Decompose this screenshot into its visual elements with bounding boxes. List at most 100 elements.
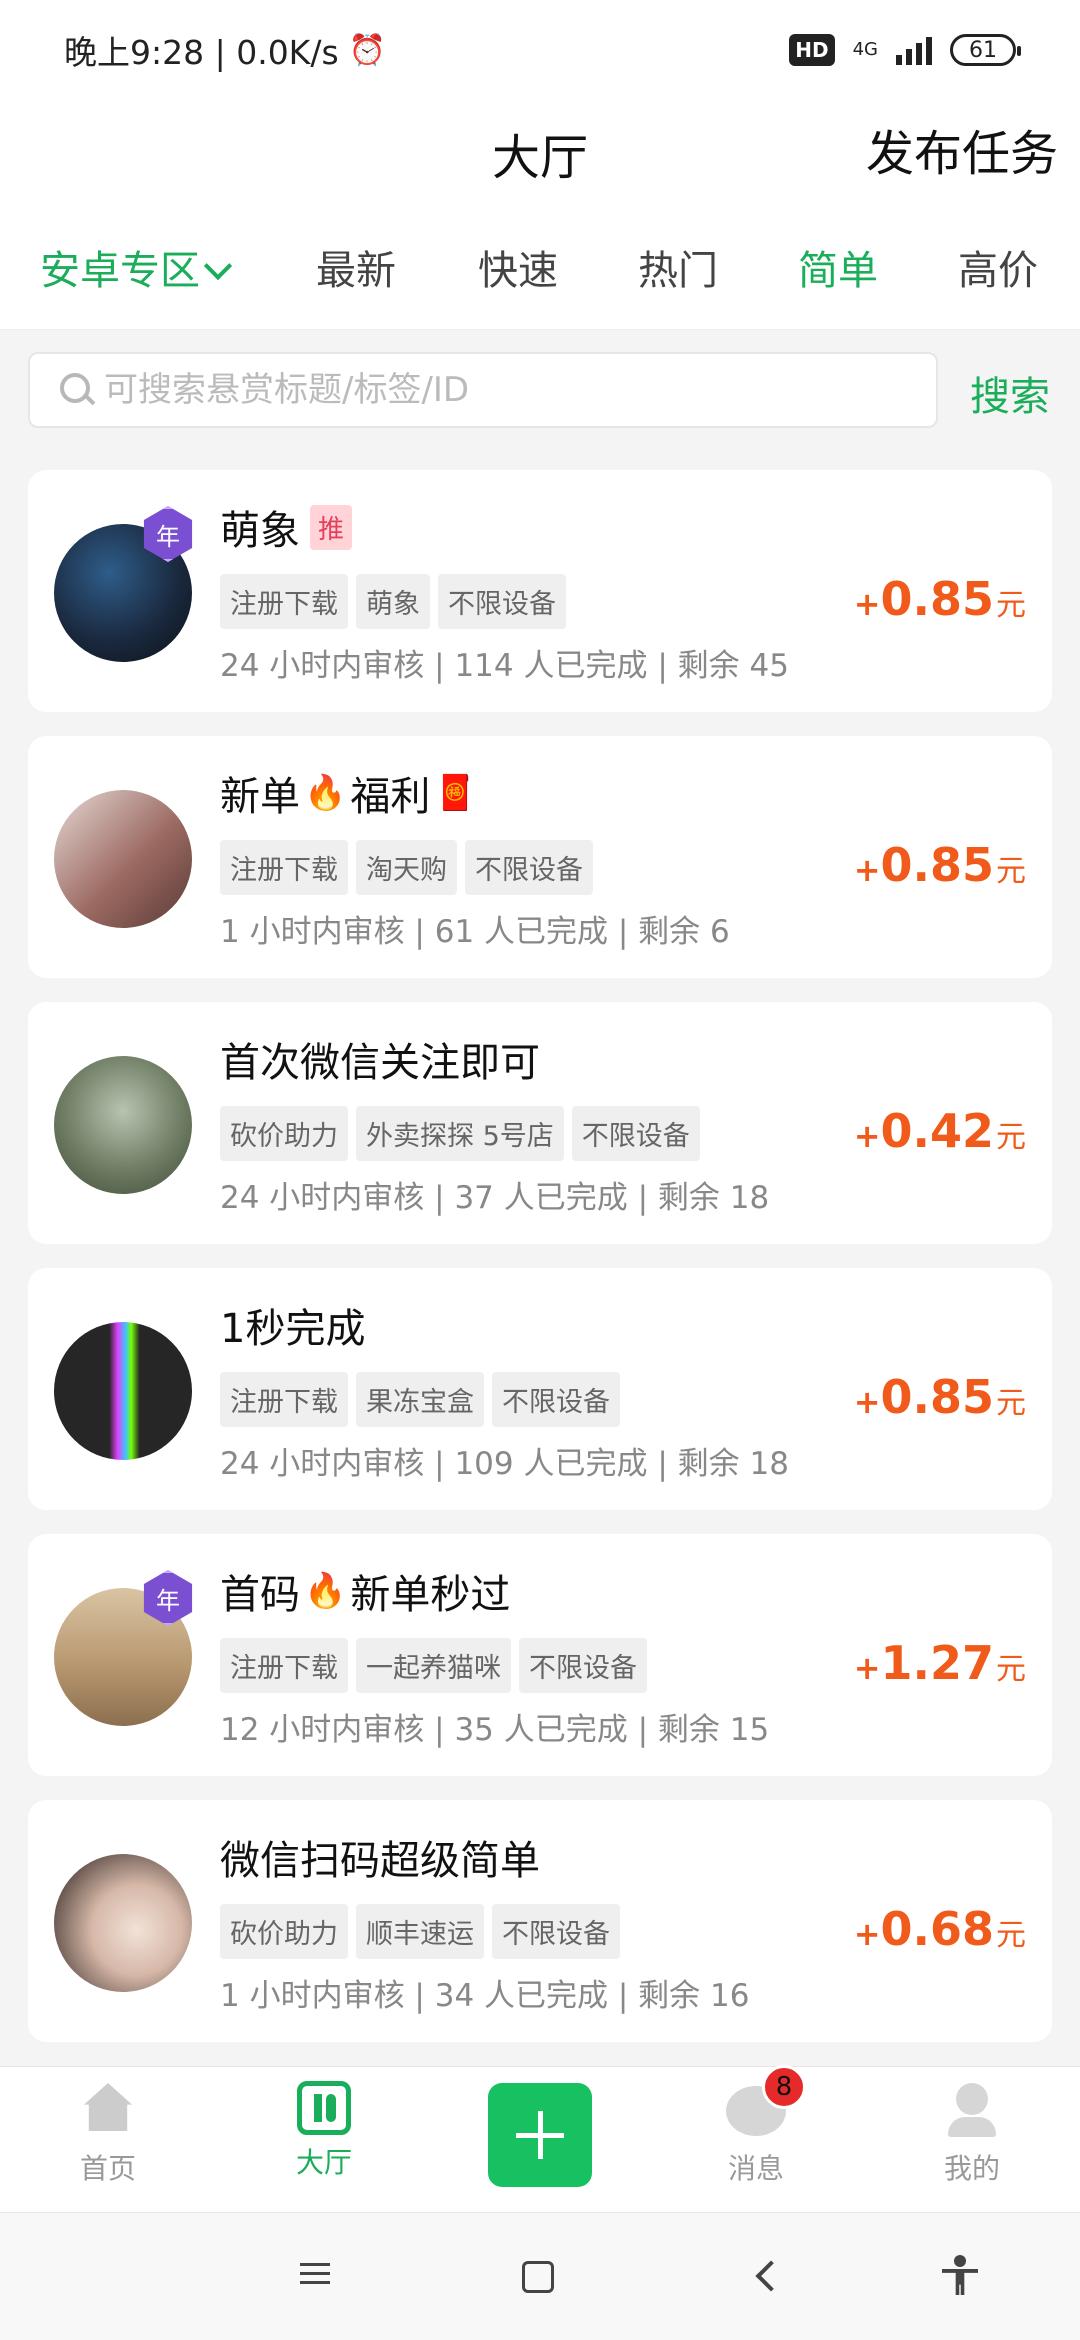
reward-amount: 0.68 xyxy=(880,1902,995,1956)
task-meta: 24 小时内审核 | 114 人已完成 | 剩余 45 xyxy=(220,648,789,684)
task-title: 首码 🔥 新单秒过 xyxy=(220,1562,510,1620)
task-tag: 不限设备 xyxy=(492,1372,620,1427)
task-tag: 萌象 xyxy=(356,574,430,629)
category-tabs: 安卓专区 最新 快速 热门 简单 高价 xyxy=(0,220,1080,330)
reward-amount: 0.85 xyxy=(880,838,995,892)
reward-plus: + xyxy=(853,1117,881,1155)
publish-task-button[interactable]: 发布任务 xyxy=(866,114,1058,184)
reward-plus: + xyxy=(853,1383,881,1421)
task-tag: 果冻宝盒 xyxy=(356,1372,484,1427)
task-tags: 注册下载 萌象 不限设备 xyxy=(220,574,566,629)
task-title: 1秒完成 xyxy=(220,1296,365,1354)
system-home-icon[interactable] xyxy=(522,2261,554,2293)
task-title-text: 1秒完成 xyxy=(220,1306,366,1352)
reward-plus: + xyxy=(853,585,881,623)
task-tag: 淘天购 xyxy=(356,840,457,895)
task-tag: 注册下载 xyxy=(220,1638,348,1693)
task-reward: +0.85 元 xyxy=(854,572,1026,626)
task-tag: 不限设备 xyxy=(571,1106,700,1161)
task-meta: 12 小时内审核 | 35 人已完成 | 剩余 15 xyxy=(220,1712,770,1748)
status-bar: 晚上9:28 | 0.0K/s ⏰ HD 4G 61 xyxy=(0,0,1080,100)
task-tag: 注册下载 xyxy=(220,1372,348,1427)
reward-plus: + xyxy=(853,851,881,889)
tab-label: 安卓专区 xyxy=(40,248,200,294)
task-title-text: 首码 xyxy=(220,1572,300,1618)
fire-icon: 🔥 xyxy=(304,773,347,813)
nav-home-label: 首页 xyxy=(79,2152,136,2185)
task-reward: +1.27 元 xyxy=(854,1636,1026,1690)
task-tag: 砍价助力 xyxy=(220,1904,348,1959)
hall-icon xyxy=(297,2081,351,2135)
tab-latest[interactable]: 最新 xyxy=(316,238,396,296)
accessibility-icon[interactable] xyxy=(940,2255,980,2295)
task-title: 首次微信关注即可 xyxy=(220,1030,540,1088)
reward-plus: + xyxy=(853,1915,881,1953)
tab-fast[interactable]: 快速 xyxy=(478,238,558,296)
add-button[interactable] xyxy=(488,2083,592,2187)
reward-unit: 元 xyxy=(996,1120,1026,1155)
reward-unit: 元 xyxy=(996,854,1026,889)
task-title-text: 微信扫码超级简单 xyxy=(220,1838,540,1884)
task-meta: 1 小时内审核 | 34 人已完成 | 剩余 16 xyxy=(220,1978,750,2014)
avatar xyxy=(54,790,192,928)
reward-amount: 0.85 xyxy=(880,1370,995,1424)
system-nav-bar xyxy=(0,2212,1080,2340)
tab-hot[interactable]: 热门 xyxy=(638,238,718,296)
task-tags: 砍价助力 顺丰速运 不限设备 xyxy=(220,1904,620,1959)
signal-icon xyxy=(896,35,932,65)
task-tag: 不限设备 xyxy=(492,1904,620,1959)
task-tags: 注册下载 淘天购 不限设备 xyxy=(220,840,593,895)
fire-icon: 🔥 xyxy=(304,1571,347,1611)
task-tag: 注册下载 xyxy=(220,840,348,895)
reward-unit: 元 xyxy=(996,1386,1026,1421)
search-box[interactable] xyxy=(28,352,938,428)
tab-high-price[interactable]: 高价 xyxy=(958,238,1038,296)
battery-level: 61 xyxy=(969,37,997,63)
task-card[interactable]: 微信扫码超级简单 砍价助力 顺丰速运 不限设备 1 小时内审核 | 34 人已完… xyxy=(28,1800,1052,2042)
task-title-text: 萌象 xyxy=(220,508,300,554)
red-envelope-icon: 🧧 xyxy=(434,773,477,813)
task-title-text: 首次微信关注即可 xyxy=(220,1040,540,1086)
profile-icon xyxy=(942,2081,1002,2141)
task-title: 微信扫码超级简单 xyxy=(220,1828,540,1886)
task-title: 萌象 推 xyxy=(220,498,353,556)
task-card[interactable]: 1秒完成 注册下载 果冻宝盒 不限设备 24 小时内审核 | 109 人已完成 … xyxy=(28,1268,1052,1510)
search-button[interactable]: 搜索 xyxy=(970,364,1050,422)
task-reward: +0.42 元 xyxy=(854,1104,1026,1158)
hd-badge: HD xyxy=(789,34,835,66)
nav-messages-label: 消息 xyxy=(727,2152,784,2185)
task-tag: 不限设备 xyxy=(519,1638,647,1693)
avatar xyxy=(54,1854,192,1992)
back-icon[interactable] xyxy=(755,2260,787,2292)
reward-amount: 1.27 xyxy=(880,1636,995,1690)
bottom-nav: 首页 大厅 8 消息 我的 xyxy=(0,2065,1080,2212)
task-meta: 24 小时内审核 | 109 人已完成 | 剩余 18 xyxy=(220,1446,789,1482)
task-card[interactable]: 首次微信关注即可 砍价助力 外卖探探 5号店 不限设备 24 小时内审核 | 3… xyxy=(28,1002,1052,1244)
task-tag: 注册下载 xyxy=(220,574,348,629)
search-input[interactable] xyxy=(104,370,864,410)
reward-amount: 0.85 xyxy=(880,572,995,626)
tab-android-zone[interactable]: 安卓专区 xyxy=(40,238,233,296)
task-card[interactable]: 年 首码 🔥 新单秒过 注册下载 一起养猫咪 不限设备 12 小时内审核 | 3… xyxy=(28,1534,1052,1776)
status-time: 晚上9:28 | 0.0K/s xyxy=(64,33,339,72)
menu-icon[interactable] xyxy=(300,2257,340,2297)
task-tags: 注册下载 一起养猫咪 不限设备 xyxy=(220,1638,647,1693)
task-title-text: 新单 xyxy=(220,774,300,820)
task-meta: 24 小时内审核 | 37 人已完成 | 剩余 18 xyxy=(220,1180,770,1216)
nav-messages[interactable]: 8 消息 xyxy=(676,2065,836,2187)
task-card[interactable]: 年 萌象 推 注册下载 萌象 不限设备 24 小时内审核 | 114 人已完成 … xyxy=(28,470,1052,712)
message-icon-wrap: 8 xyxy=(726,2065,806,2141)
nav-hall[interactable]: 大厅 xyxy=(244,2081,404,2181)
battery-icon: 61 xyxy=(950,34,1021,66)
task-card[interactable]: 新单 🔥 福利 🧧 注册下载 淘天购 不限设备 1 小时内审核 | 61 人已完… xyxy=(28,736,1052,978)
task-reward: +0.85 元 xyxy=(854,1370,1026,1424)
tab-simple[interactable]: 简单 xyxy=(798,238,878,296)
search-row: 搜索 xyxy=(0,330,1080,450)
avatar xyxy=(54,1056,192,1194)
nav-mine[interactable]: 我的 xyxy=(892,2081,1052,2187)
task-title: 新单 🔥 福利 🧧 xyxy=(220,764,477,822)
nav-home[interactable]: 首页 xyxy=(28,2081,188,2187)
reward-unit: 元 xyxy=(996,1652,1026,1687)
chevron-down-icon xyxy=(203,251,233,281)
reward-plus: + xyxy=(853,1649,881,1687)
